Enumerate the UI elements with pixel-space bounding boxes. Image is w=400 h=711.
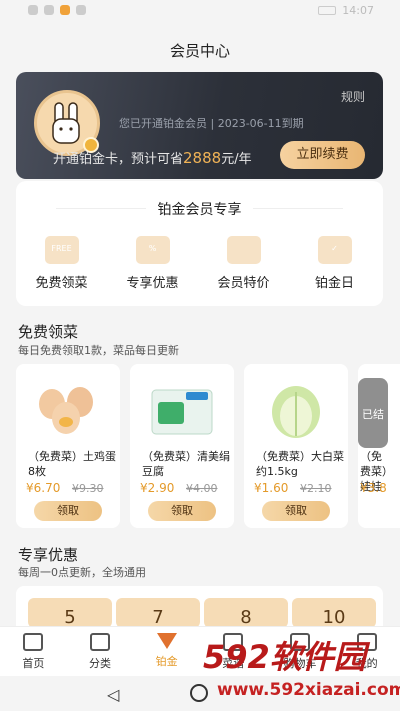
eggs-image — [39, 387, 93, 434]
claim-button[interactable]: 领取 — [148, 501, 216, 521]
wifi-icon — [44, 5, 54, 15]
product-name: （免费菜）大白菜 约1.5kg — [256, 450, 344, 478]
product-price: ¥3.8 — [360, 481, 387, 495]
benefit-member-price[interactable]: 会员特价 — [198, 236, 289, 291]
savings-line: 开通铂金卡，预计可省2888元/年 — [53, 148, 252, 167]
benefit-exclusive-discount[interactable]: % 专享优惠 — [107, 236, 198, 291]
product-original-price: ¥9.30 — [72, 482, 104, 495]
benefit-label: 会员特价 — [217, 276, 270, 291]
status-icons — [28, 5, 86, 15]
status-right: 14:07 — [318, 4, 374, 17]
product-name: （免费菜）土鸡蛋 8枚 — [28, 450, 116, 478]
member-card: 规则 您已开通铂金会员 | 2023-06-11到期 开通铂金卡，预计可省288… — [16, 72, 383, 179]
coupon-section-title: 专享优惠 — [18, 546, 79, 564]
app-notification-icon — [60, 5, 70, 15]
product-name: （免费菜）清美绢豆腐 — [142, 450, 230, 478]
shield-icon — [76, 5, 86, 15]
coupon-card[interactable]: 8 — [204, 598, 288, 626]
calendar-icon: ✓ — [317, 236, 352, 264]
tab-home[interactable]: 首页 — [0, 627, 67, 676]
back-icon[interactable]: ◁ — [107, 685, 119, 704]
grid-icon — [90, 633, 110, 651]
bunny-icon — [52, 102, 80, 144]
product-price: ¥2.90 — [140, 481, 175, 495]
home-icon — [23, 633, 44, 651]
coupon-card[interactable]: 10 — [292, 598, 376, 626]
product-card[interactable]: （免费菜）土鸡蛋 8枚 ¥6.70 ¥9.30 领取 — [16, 364, 120, 528]
product-original-price: ¥4.00 — [186, 482, 218, 495]
product-list: （免费菜）土鸡蛋 8枚 ¥6.70 ¥9.30 领取 （免费菜）清美绢豆腐 ¥2… — [16, 364, 400, 528]
diamond-icon — [156, 633, 177, 649]
avatar — [34, 90, 100, 156]
tab-platinum[interactable]: 铂金 — [133, 627, 200, 676]
signal-icon — [28, 5, 38, 15]
product-card[interactable]: （免费菜）清美绢豆腐 ¥2.90 ¥4.00 领取 — [130, 364, 234, 528]
cabbage-image — [272, 386, 320, 438]
free-section-subtitle: 每日免费领取1款，菜品每日更新 — [18, 344, 179, 357]
watermark: 592软件园 www.592xiazai.com — [203, 632, 400, 711]
benefit-label: 免费领菜 — [35, 276, 88, 291]
discount-icon — [226, 236, 261, 264]
membership-status: 您已开通铂金会员 | 2023-06-11到期 — [119, 117, 304, 130]
product-card[interactable]: （免费菜）大白菜 约1.5kg ¥1.60 ¥2.10 领取 — [244, 364, 348, 528]
coupon-card[interactable]: 7 — [116, 598, 200, 626]
product-price: ¥6.70 — [26, 481, 61, 495]
sold-out-badge: 已结 — [358, 378, 388, 448]
coupon-list: 5 7 8 10 — [16, 586, 383, 626]
rules-link[interactable]: 规则 — [341, 88, 365, 105]
coupon-card[interactable]: 5 — [28, 598, 112, 626]
status-time: 14:07 — [342, 4, 374, 17]
claim-button[interactable]: 领取 — [34, 501, 102, 521]
free-section-title: 免费领菜 — [18, 323, 79, 341]
battery-icon — [318, 6, 337, 15]
product-price: ¥1.60 — [254, 481, 289, 495]
savings-prefix: 开通铂金卡，预计可省 — [53, 152, 184, 167]
product-original-price: ¥2.10 — [300, 482, 332, 495]
free-tag-icon: FREE — [44, 236, 79, 264]
benefit-list: FREE 免费领菜 % 专享优惠 会员特价 ✓ 铂金日 — [16, 236, 383, 291]
benefit-free-vegetables[interactable]: FREE 免费领菜 — [16, 236, 107, 291]
status-bar: 14:07 — [0, 0, 400, 24]
exclusive-panel: 铂金会员专享 FREE 免费领菜 % 专享优惠 会员特价 ✓ 铂金日 — [16, 181, 383, 306]
tofu-image — [151, 389, 213, 435]
coupon-section-subtitle: 每周一0点更新，全场通用 — [18, 566, 146, 579]
tab-category[interactable]: 分类 — [67, 627, 134, 676]
savings-amount: 2888 — [183, 149, 222, 167]
benefit-label: 专享优惠 — [126, 276, 179, 291]
watermark-url: www.592xiazai.com — [217, 680, 400, 700]
savings-suffix: 元/年 — [221, 152, 252, 167]
benefit-label: 铂金日 — [314, 276, 354, 291]
product-card[interactable]: 已结 （免费菜）娃娃 ¥3.8 — [358, 364, 400, 528]
benefit-platinum-day[interactable]: ✓ 铂金日 — [289, 236, 380, 291]
page-title: 会员中心 — [169, 42, 230, 60]
watermark-brand: 592软件园 — [203, 638, 366, 676]
renew-button[interactable]: 立即续费 — [280, 141, 365, 169]
coupon-icon: % — [135, 236, 170, 264]
claim-button[interactable]: 领取 — [262, 501, 330, 521]
exclusive-title: 铂金会员专享 — [16, 199, 383, 219]
